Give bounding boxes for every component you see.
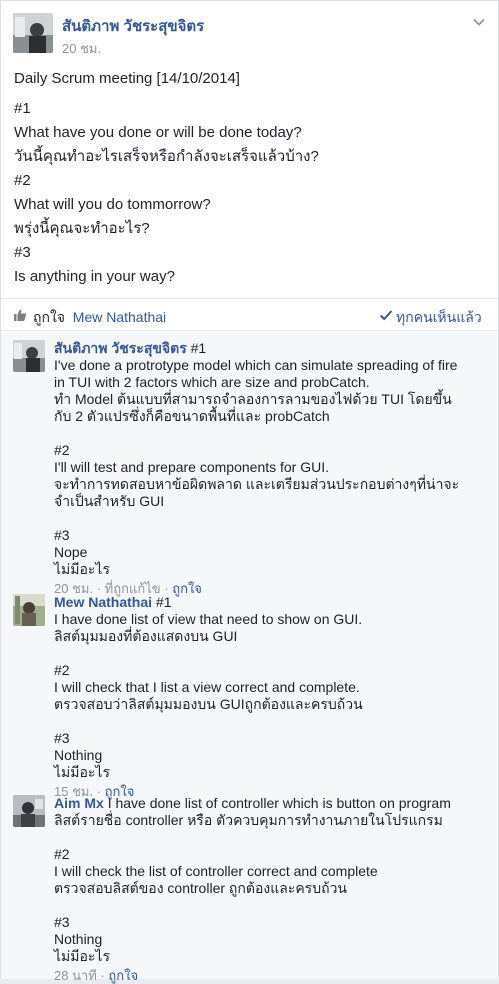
comment-text: ทำ Model ต้นแบบที่สามารถจำลองการลามของไฟ… [54,391,452,407]
comment-text: ลิสต์มุมมองที่ต้องแสดงบน GUI [54,628,238,644]
post-timestamp[interactable]: 20 ชม. [62,38,101,59]
comment-text: #2 [54,846,70,862]
post-line: Is anything in your way? [14,268,175,285]
post-line: What have you done or will be done today… [14,124,302,141]
liker-name-link[interactable]: Mew Nathathai [73,309,166,325]
commenter-name[interactable]: สันติภาพ วัชระสุขจิตร [54,340,187,356]
commenter-name[interactable]: Mew Nathathai [54,594,152,610]
commenter-avatar[interactable] [13,340,45,372]
comment-body: Aim Mx I have done list of controller wh… [54,795,494,984]
feed-post: สันติภาพ วัชระสุขจิตร 20 ชม. Daily Scrum… [0,0,499,983]
comment-text: จะทำการทดสอบหาข้อผิดพลาด และเตรียมส่วนปร… [54,476,460,492]
comment-body: สันติภาพ วัชระสุขจิตร #1 I've done a pro… [54,340,494,597]
like-comment-link[interactable]: ถูกใจ [108,968,138,983]
checkmark-icon [379,310,393,321]
engagement-bar: ถูกใจ Mew Nathathai ทุกคนเห็นแล้ว [1,298,498,331]
post-line: #1 [14,100,31,117]
post-author-name[interactable]: สันติภาพ วัชระสุขจิตร [62,14,204,38]
comment-meta: 28 นาที · ถูกใจ [54,968,139,983]
comment-text: I will check the list of controller corr… [54,863,378,879]
seen-by-everyone[interactable]: ทุกคนเห็นแล้ว [396,307,482,329]
comment-text: ไม่มีอะไร [54,764,110,780]
post-line: พรุ่งนี้คุณจะทำอะไร? [14,220,150,237]
comment-text: ตรวจสอบว่าลิสต์มุมมองบน GUIถูกต้องและครบ… [54,696,363,712]
comments-section: สันติภาพ วัชระสุขจิตร #1 I've done a pro… [1,332,498,983]
comment-text: Nothing [54,931,103,947]
like-label: ถูกใจ [33,309,65,325]
author-avatar[interactable] [13,13,53,53]
comment-text: จำเป็นสำหรับ GUI [54,493,165,509]
comment-text: Nope [54,544,88,560]
commenter-avatar[interactable] [13,594,45,626]
comment-text: I have done list of controller which is … [107,795,451,811]
comment-text: ไม่มีอะไร [54,561,110,577]
likes-summary: ถูกใจ Mew Nathathai [33,307,166,329]
comment-text: I will check that I list a view correct … [54,679,360,695]
comment-text: in TUI with 2 factors which are size and… [54,374,370,390]
comment-text: #2 [54,442,70,458]
comment-text: #1 [190,340,207,356]
post-line: What will you do tommorrow? [14,196,211,213]
commenter-name[interactable]: Aim Mx [54,795,104,811]
comment-text: กับ 2 ตัวแปรซึ่งก็คือขนาดพื้นที่และ prob… [54,408,330,424]
commenter-avatar[interactable] [13,795,45,827]
post-line: #2 [14,172,31,189]
comment-text: ลิสต์รายชื่อ controller หรือ ตัวควบคุมกา… [54,812,443,828]
chevron-down-icon[interactable] [472,15,486,29]
comment-text: I have done list of view that need to sh… [54,611,363,627]
comment-text: #3 [54,527,70,543]
post-line: Daily Scrum meeting [14/10/2014] [14,70,240,87]
post-line: วันนี้คุณทำอะไรเสร็จหรือกำลังจะเสร็จแล้ว… [14,148,319,165]
post-line: #3 [14,244,31,261]
comment-text: Nothing [54,747,103,763]
post-message: Daily Scrum meeting [14/10/2014] #1 What… [14,67,484,285]
comment-text: #3 [54,914,70,930]
comment-text: #2 [54,662,70,678]
comment-timestamp[interactable]: 28 นาที [54,968,97,983]
comment-text: #3 [54,730,70,746]
comment-text: ตรวจสอบลิสต์ของ controller ถูกต้องและครบ… [54,880,347,896]
post-header: สันติภาพ วัชระสุขจิตร 20 ชม. [13,13,488,57]
comment-text: I've done a protrotype model which can s… [54,357,458,373]
comment-text: #1 [155,594,172,610]
thumbs-up-icon [14,309,27,321]
comment-text: ไม่มีอะไร [54,948,110,964]
comment-text: I'll will test and prepare components fo… [54,459,330,475]
comment-body: Mew Nathathai #1 I have done list of vie… [54,594,494,800]
